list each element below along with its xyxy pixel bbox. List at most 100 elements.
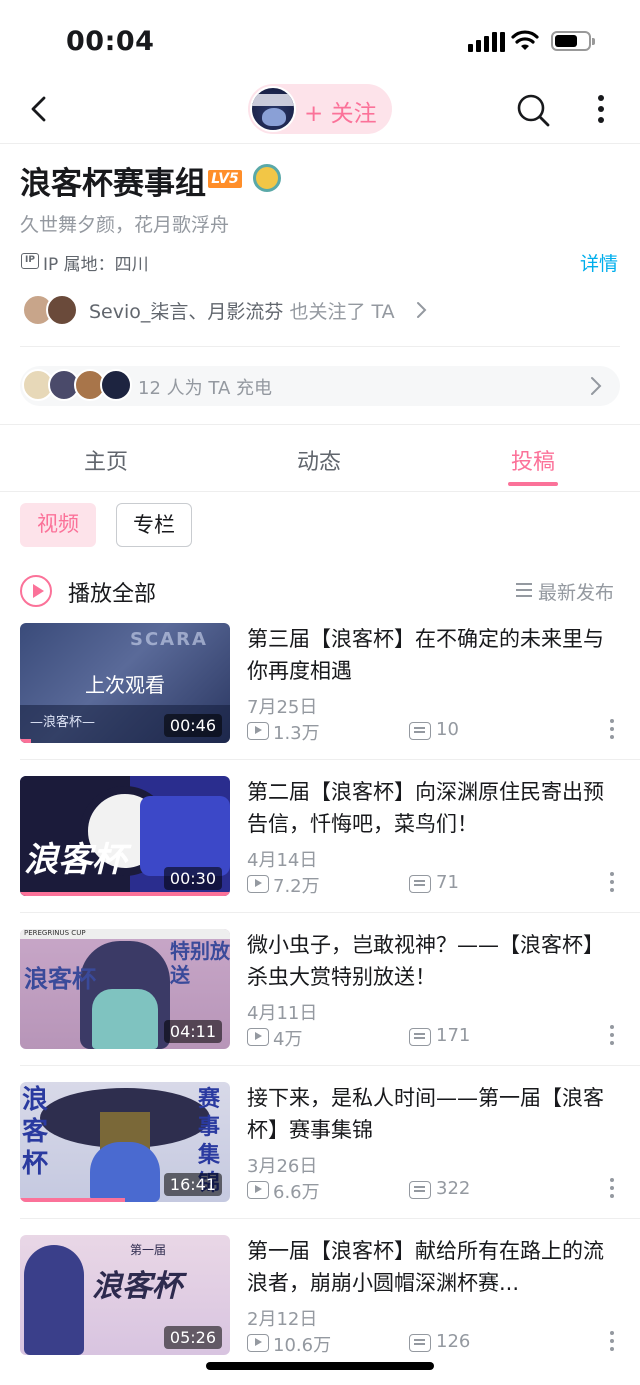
back-arrow-icon[interactable]: [24, 94, 54, 124]
play-count-icon: [247, 1334, 269, 1352]
more-vertical-icon[interactable]: [608, 1331, 616, 1357]
tab-underline: [508, 482, 558, 486]
mutual-avatars[interactable]: [22, 292, 82, 328]
follow-label: + 关注: [304, 101, 377, 127]
play-count-icon: [247, 875, 269, 893]
home-indicator: [206, 1362, 434, 1370]
danmaku-icon: [409, 722, 431, 740]
sort-button[interactable]: 最新发布: [538, 578, 614, 605]
divider: [0, 491, 640, 492]
filter-chip-column[interactable]: 专栏: [116, 503, 192, 547]
charge-avatars: [22, 369, 134, 403]
video-views: 6.6万: [273, 1182, 320, 1203]
thumbnail-art: [140, 796, 230, 876]
tab-home[interactable]: 主页: [84, 444, 128, 476]
charge-bar[interactable]: 12 人为 TA 充电: [20, 366, 620, 406]
more-vertical-icon[interactable]: [590, 94, 612, 124]
avatar[interactable]: [250, 86, 296, 132]
divider: [20, 912, 640, 913]
filter-chip-video[interactable]: 视频: [20, 503, 96, 547]
video-views: 7.2万: [273, 876, 320, 897]
video-danmaku: 126: [436, 1331, 471, 1352]
wifi-icon: [511, 30, 539, 50]
video-thumbnail[interactable]: 浪客杯 赛事集锦 16:41: [20, 1082, 230, 1202]
danmaku-icon: [409, 1334, 431, 1352]
sort-icon[interactable]: [515, 582, 533, 598]
divider: [0, 424, 640, 425]
video-views: 4万: [273, 1029, 303, 1050]
more-vertical-icon[interactable]: [608, 872, 616, 898]
thumbnail-header: PEREGRINUS CUP: [20, 929, 230, 939]
divider: [20, 1218, 640, 1219]
play-count-icon: [247, 722, 269, 740]
chevron-right-icon[interactable]: [414, 300, 428, 320]
video-danmaku: 71: [436, 872, 459, 893]
status-time: 00:04: [66, 26, 155, 57]
tab-dynamic[interactable]: 动态: [297, 444, 341, 476]
thumbnail-subtext: 第一届: [130, 1243, 167, 1257]
thumbnail-art: [90, 1142, 160, 1202]
divider: [20, 346, 620, 347]
thumbnail-text: 浪客杯: [24, 840, 126, 880]
list-item[interactable]: 浪客杯 00:30 第二届【浪客杯】向深渊原住民寄出预告信，忏悔吧，菜鸟们！ 4…: [0, 776, 640, 929]
play-all-icon[interactable]: [20, 575, 52, 607]
divider: [20, 1065, 640, 1066]
play-count-icon: [247, 1181, 269, 1199]
video-duration: 00:46: [163, 714, 222, 737]
video-thumbnail[interactable]: 浪客杯 00:30: [20, 776, 230, 896]
video-title[interactable]: 第三届【浪客杯】在不确定的未来里与你再度相遇: [247, 623, 617, 687]
thumbnail-art: [24, 1245, 84, 1355]
video-danmaku: 171: [436, 1025, 471, 1046]
video-title[interactable]: 第一届【浪客杯】献给所有在路上的流浪者，崩崩小圆帽深渊杯赛...: [247, 1235, 617, 1299]
thumbnail-subtext: —浪客杯—: [30, 715, 96, 730]
video-danmaku: 10: [436, 719, 459, 740]
chevron-right-icon: [591, 377, 602, 395]
video-date: 7月25日: [247, 697, 318, 718]
thumbnail-text: SCARA: [130, 629, 208, 650]
thumbnail-text: 浪客杯: [24, 965, 96, 993]
play-all-button[interactable]: 播放全部: [68, 576, 156, 608]
more-vertical-icon[interactable]: [608, 1178, 616, 1204]
video-duration: 16:41: [163, 1173, 222, 1196]
watch-progress: [20, 1198, 125, 1202]
list-item[interactable]: SCARA —浪客杯— 上次观看 00:46 第三届【浪客杯】在不确定的未来里与…: [0, 623, 640, 776]
thumbnail-text: 浪客杯: [22, 1085, 49, 1179]
thumbnail-subtext: 特别放送: [170, 939, 230, 987]
video-title[interactable]: 微小虫子，岂敢视神？——【浪客杯】杀虫大赏特别放送！: [247, 929, 617, 993]
video-date: 4月11日: [247, 1003, 318, 1024]
more-vertical-icon[interactable]: [608, 719, 616, 745]
last-watched-label: 上次观看: [85, 673, 165, 697]
list-item[interactable]: 浪客杯 赛事集锦 16:41 接下来，是私人时间——第一届【浪客杯】赛事集锦 3…: [0, 1082, 640, 1235]
ip-badge-icon: IP: [21, 253, 39, 269]
video-thumbnail[interactable]: 第一届 浪客杯 05:26: [20, 1235, 230, 1355]
profile-name: 浪客杯赛事组: [20, 166, 206, 202]
mutual-follow-text[interactable]: Sevio_柒言、月影流芬 也关注了 TA: [89, 297, 395, 324]
video-title[interactable]: 第二届【浪客杯】向深渊原住民寄出预告信，忏悔吧，菜鸟们！: [247, 776, 617, 840]
mutual-suffix: 也关注了 TA: [283, 301, 395, 323]
detail-link[interactable]: 详情: [580, 249, 618, 276]
watch-progress: [20, 892, 230, 896]
status-bar: 00:04: [0, 0, 640, 80]
video-title[interactable]: 接下来，是私人时间——第一届【浪客杯】赛事集锦: [247, 1082, 617, 1146]
profile-signature: 久世舞夕颜，花月歌浮舟: [20, 214, 230, 236]
mutual-names: Sevio_柒言、月影流芬: [89, 301, 284, 323]
ip-location: IP 属地：四川: [43, 255, 149, 275]
signal-icon: [468, 30, 505, 52]
more-vertical-icon[interactable]: [608, 1025, 616, 1051]
video-views: 1.3万: [273, 723, 320, 744]
video-duration: 05:26: [163, 1326, 222, 1349]
tab-uploads[interactable]: 投稿: [511, 444, 555, 476]
search-icon[interactable]: [515, 92, 551, 128]
battery-icon: [551, 31, 595, 51]
video-thumbnail[interactable]: SCARA —浪客杯— 上次观看 00:46: [20, 623, 230, 743]
medal-icon[interactable]: [253, 164, 281, 192]
video-thumbnail[interactable]: PEREGRINUS CUP 浪客杯 特别放送 04:11: [20, 929, 230, 1049]
follow-button[interactable]: + 关注: [248, 84, 392, 134]
danmaku-icon: [409, 1028, 431, 1046]
charge-text: 12 人为 TA 充电: [138, 378, 272, 399]
avatar: [46, 294, 78, 326]
thumbnail-art: [92, 989, 158, 1049]
nav-bar: + 关注: [0, 80, 640, 144]
video-duration: 04:11: [163, 1020, 222, 1043]
list-item[interactable]: PEREGRINUS CUP 浪客杯 特别放送 04:11 微小虫子，岂敢视神？…: [0, 929, 640, 1082]
